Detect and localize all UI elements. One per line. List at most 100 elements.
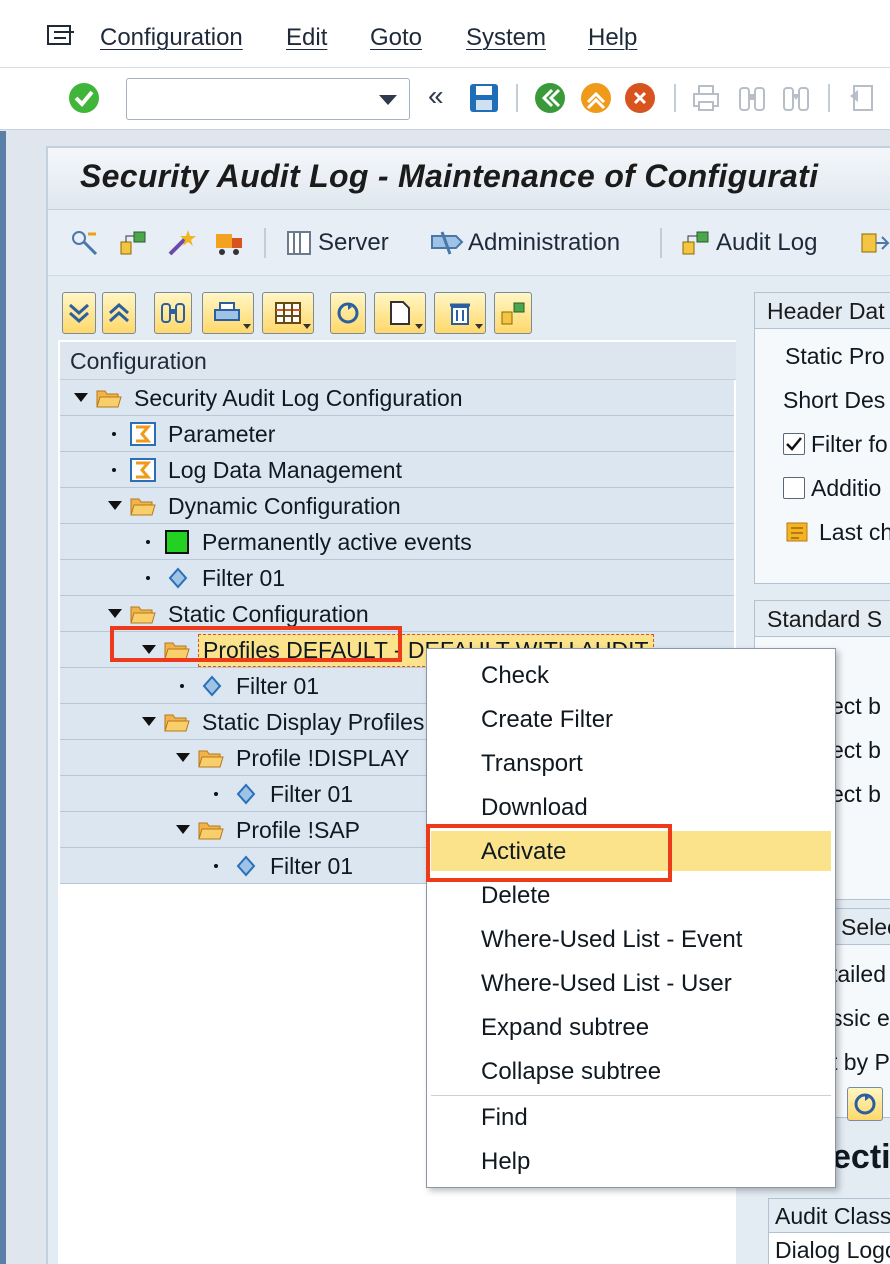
refresh-icon bbox=[854, 1093, 876, 1115]
audit-class-table: Audit Class Dialog Logo bbox=[768, 1198, 890, 1264]
server-button[interactable]: Server bbox=[284, 226, 389, 260]
refresh-button[interactable] bbox=[330, 292, 366, 334]
hierarchy-icon[interactable] bbox=[118, 228, 148, 258]
additional-checkbox-label: Additio bbox=[811, 475, 882, 501]
parameter-icon bbox=[130, 458, 156, 482]
tree-header-label: Configuration bbox=[70, 348, 207, 374]
bullet-icon bbox=[112, 468, 116, 472]
tree-node-log-data-management[interactable]: Log Data Management bbox=[60, 452, 734, 488]
menu-goto[interactable]: Goto bbox=[370, 24, 422, 52]
classic-option-label: ssic e bbox=[831, 1005, 890, 1031]
find-icon[interactable] bbox=[736, 82, 768, 114]
cancel-icon[interactable] bbox=[624, 82, 656, 114]
filter-diamond-icon bbox=[202, 675, 222, 697]
bullet-icon bbox=[214, 864, 218, 868]
audit-log-icon bbox=[682, 231, 709, 255]
export-icon[interactable] bbox=[860, 228, 890, 258]
title-bar: Security Audit Log - Maintenance of Conf… bbox=[48, 148, 890, 210]
history-nav-icon[interactable]: « bbox=[428, 80, 444, 112]
enter-check-icon[interactable] bbox=[68, 82, 100, 114]
expanded-triangle-icon[interactable] bbox=[142, 645, 156, 654]
back-icon[interactable] bbox=[534, 82, 566, 114]
context-menu-item-transport[interactable]: Transport bbox=[431, 743, 831, 783]
system-menu-icon[interactable] bbox=[46, 24, 76, 48]
tree-node-label: Profile !DISPLAY bbox=[236, 745, 410, 771]
toolbar-separator bbox=[264, 228, 266, 258]
tree-node-parameter[interactable]: Parameter bbox=[60, 416, 734, 452]
find-next-icon[interactable] bbox=[780, 82, 812, 114]
menu-help[interactable]: Help bbox=[588, 24, 637, 52]
context-menu-item-where-used-event[interactable]: Where-Used List - Event bbox=[431, 919, 831, 959]
grid-layout-icon bbox=[275, 302, 301, 324]
selection-row-1: ect b bbox=[831, 693, 881, 719]
bullet-icon bbox=[146, 576, 150, 580]
context-menu-item-delete[interactable]: Delete bbox=[431, 875, 831, 915]
tree-node-static-configuration[interactable]: Static Configuration bbox=[60, 596, 734, 632]
folder-open-icon bbox=[198, 750, 224, 768]
expand-icon bbox=[69, 303, 89, 324]
expanded-triangle-icon[interactable] bbox=[74, 393, 88, 402]
tree-node-dynamic-configuration[interactable]: Dynamic Configuration bbox=[60, 488, 734, 524]
dropdown-arrow-icon bbox=[243, 324, 251, 329]
scroll-history-icon bbox=[786, 522, 808, 542]
tree-node-security-audit-log-configuration[interactable]: Security Audit Log Configuration bbox=[60, 380, 734, 416]
wizard-icon[interactable] bbox=[166, 228, 196, 258]
collapse-all-button[interactable] bbox=[102, 292, 136, 334]
menu-configuration[interactable]: Configuration bbox=[100, 24, 243, 52]
tree-node-permanently-active-events[interactable]: Permanently active events bbox=[60, 524, 734, 560]
menu-edit[interactable]: Edit bbox=[286, 24, 327, 52]
table-row: Dialog Logo bbox=[775, 1237, 890, 1263]
audit-log-button[interactable]: Audit Log bbox=[680, 226, 817, 260]
context-menu-item-check[interactable]: Check bbox=[431, 655, 831, 695]
context-menu-item-download[interactable]: Download bbox=[431, 787, 831, 827]
hierarchy-button[interactable] bbox=[494, 292, 532, 334]
display-change-icon[interactable] bbox=[70, 228, 100, 258]
expanded-triangle-icon[interactable] bbox=[176, 825, 190, 834]
tree-node-filter[interactable]: Filter 01 bbox=[60, 560, 734, 596]
tree-node-label: Filter 01 bbox=[202, 565, 286, 591]
expanded-triangle-icon[interactable] bbox=[108, 501, 122, 510]
context-menu-item-expand-subtree[interactable]: Expand subtree bbox=[431, 1007, 831, 1047]
chevron-down-icon[interactable] bbox=[379, 95, 397, 105]
tree-node-label: Static Display Profiles bbox=[202, 709, 425, 735]
command-field[interactable] bbox=[126, 78, 410, 120]
first-page-icon[interactable] bbox=[846, 82, 878, 114]
filter-diamond-icon bbox=[236, 783, 256, 805]
context-menu-item-help[interactable]: Help bbox=[431, 1141, 831, 1181]
standard-toolbar: « bbox=[0, 68, 890, 130]
filter-checkbox[interactable] bbox=[783, 433, 805, 455]
menu-system[interactable]: System bbox=[466, 24, 546, 52]
save-icon[interactable] bbox=[468, 82, 500, 114]
context-menu-item-create-filter[interactable]: Create Filter bbox=[431, 699, 831, 739]
expanded-triangle-icon[interactable] bbox=[108, 609, 122, 618]
new-document-icon bbox=[390, 301, 410, 325]
expanded-triangle-icon[interactable] bbox=[176, 753, 190, 762]
refresh-button[interactable] bbox=[847, 1087, 883, 1121]
context-menu-item-activate[interactable]: Activate bbox=[431, 831, 831, 871]
create-menu-button[interactable] bbox=[374, 292, 426, 334]
expanded-triangle-icon[interactable] bbox=[142, 717, 156, 726]
expand-all-button[interactable] bbox=[62, 292, 96, 334]
tree-node-label: Static Configuration bbox=[168, 601, 369, 627]
context-menu-item-collapse-subtree[interactable]: Collapse subtree bbox=[431, 1051, 831, 1091]
transport-truck-icon[interactable] bbox=[214, 228, 244, 258]
delete-menu-button[interactable] bbox=[434, 292, 486, 334]
administration-button[interactable]: Administration bbox=[430, 226, 620, 260]
page-title: Security Audit Log - Maintenance of Conf… bbox=[80, 158, 819, 194]
folder-open-icon bbox=[96, 390, 122, 408]
exit-icon[interactable] bbox=[580, 82, 612, 114]
dropdown-arrow-icon bbox=[475, 324, 483, 329]
selection-row-2: ect b bbox=[831, 737, 881, 763]
tree-node-label: Profile !SAP bbox=[236, 817, 360, 843]
context-menu-item-where-used-user[interactable]: Where-Used List - User bbox=[431, 963, 831, 1003]
print-menu-button[interactable] bbox=[202, 292, 254, 334]
additional-checkbox[interactable] bbox=[783, 477, 805, 499]
context-menu-item-find[interactable]: Find bbox=[431, 1097, 831, 1137]
server-icon bbox=[287, 231, 311, 255]
standard-selection-title: Standard S bbox=[755, 601, 890, 637]
layout-menu-button[interactable] bbox=[262, 292, 314, 334]
find-button[interactable] bbox=[154, 292, 192, 334]
folder-open-icon bbox=[130, 498, 156, 516]
tree-toolbar bbox=[58, 286, 736, 340]
print-icon[interactable] bbox=[690, 82, 722, 114]
